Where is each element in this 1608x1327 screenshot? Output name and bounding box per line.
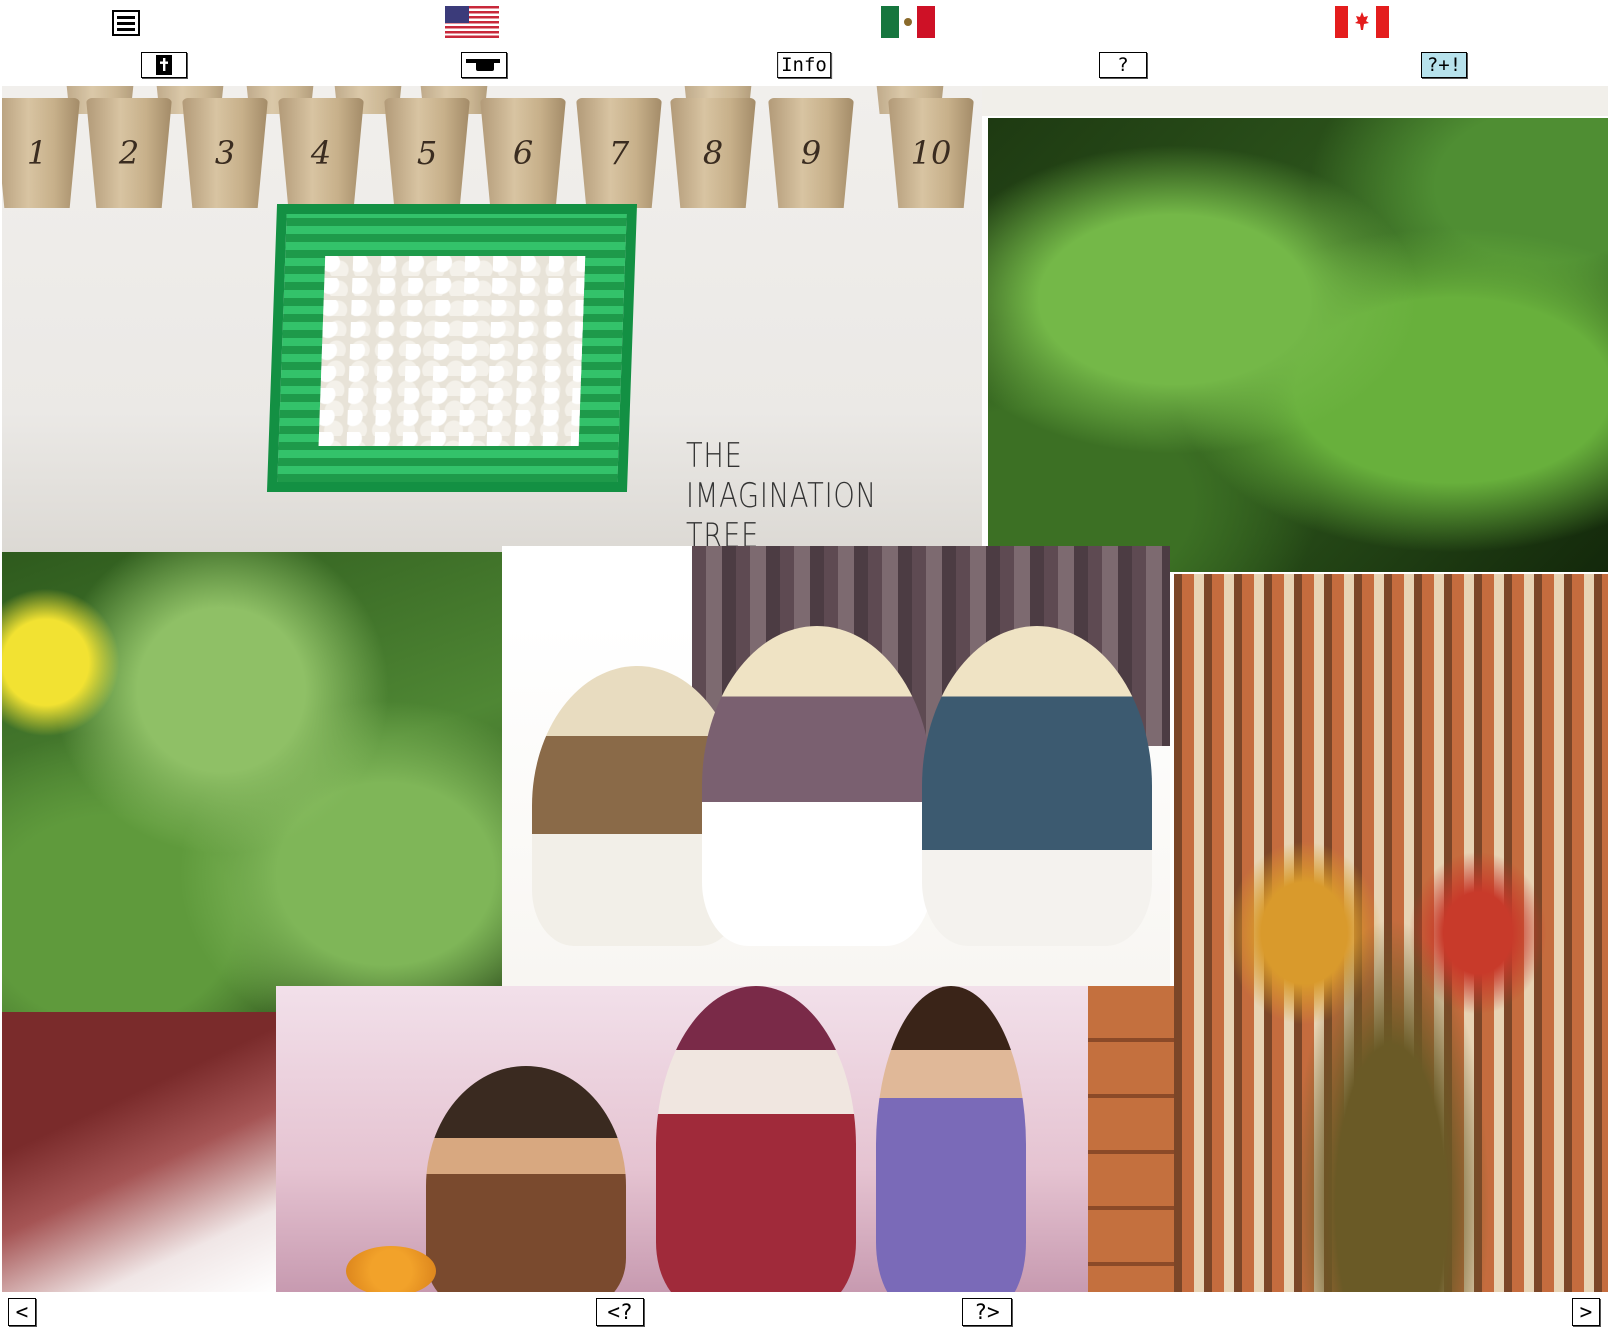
top-toolbar bbox=[0, 6, 1608, 46]
cup-number: 5 bbox=[416, 134, 438, 172]
bible-button[interactable] bbox=[141, 52, 187, 78]
question-plus-button[interactable]: ?+! bbox=[1421, 52, 1467, 78]
elder-figure bbox=[656, 986, 856, 1292]
cup-number: 12 bbox=[170, 86, 211, 87]
mint-image-top-strip bbox=[982, 86, 1608, 116]
spice-market-image bbox=[1174, 574, 1608, 1292]
white-beans bbox=[318, 256, 586, 446]
paper-cup: 3 bbox=[182, 98, 268, 208]
cup-number: 20 bbox=[890, 86, 931, 87]
cup-number: 10 bbox=[910, 134, 952, 172]
canada-flag-icon[interactable] bbox=[1335, 6, 1389, 38]
cup-number: 11 bbox=[80, 86, 121, 87]
paper-cup: 5 bbox=[384, 98, 470, 208]
orange-fruits bbox=[346, 1246, 436, 1292]
question-button[interactable]: ? bbox=[1099, 52, 1147, 78]
pointing-hand-icon bbox=[466, 59, 500, 71]
next-button[interactable]: > bbox=[1572, 1298, 1600, 1326]
previous-question-button[interactable]: <? bbox=[596, 1298, 644, 1326]
image-watermark: THE IMAGINATION TREE bbox=[686, 436, 877, 552]
cup-number: 1 bbox=[26, 134, 48, 172]
rue-plant-image bbox=[2, 552, 550, 1012]
mexico-flag-icon[interactable] bbox=[881, 6, 935, 38]
cup-number: 15 bbox=[434, 86, 475, 87]
man-figure bbox=[426, 1066, 626, 1292]
bible-icon bbox=[156, 55, 172, 75]
paper-cup: 2 bbox=[86, 98, 172, 208]
hamburger-menu-icon[interactable] bbox=[112, 10, 140, 36]
cup-number: 18 bbox=[698, 86, 739, 87]
scholar-figure bbox=[702, 626, 932, 946]
cup-number: 3 bbox=[214, 134, 236, 172]
woman-figure bbox=[876, 986, 1026, 1292]
us-flag-icon[interactable] bbox=[445, 6, 499, 38]
info-button[interactable]: Info bbox=[777, 52, 831, 78]
secondary-toolbar: Info ? ?+! bbox=[0, 52, 1608, 82]
paper-cup: 9 bbox=[768, 98, 854, 208]
green-basket bbox=[266, 204, 638, 492]
paper-cup: 7 bbox=[576, 98, 662, 208]
next-question-button[interactable]: ?> bbox=[962, 1298, 1012, 1326]
cup-number: 9 bbox=[800, 134, 822, 172]
maroon-gradient-panel bbox=[2, 1012, 276, 1292]
pointer-button[interactable] bbox=[461, 52, 507, 78]
cup-number: 13 bbox=[260, 86, 301, 87]
beans-basket-image: 11 12 13 14 15 18 20 1 2 3 4 5 6 7 8 9 1… bbox=[2, 86, 982, 552]
mint-leaves-image bbox=[988, 118, 1608, 572]
paper-cup: 4 bbox=[278, 98, 364, 208]
cup-number: 7 bbox=[608, 134, 630, 172]
cup-number: 2 bbox=[118, 134, 140, 172]
pharisees-painting-image bbox=[502, 546, 1170, 986]
cup-number: 14 bbox=[348, 86, 389, 87]
cup-number: 8 bbox=[702, 134, 724, 172]
hand-washing-painting-image bbox=[276, 986, 1088, 1292]
paper-cup: 8 bbox=[670, 98, 756, 208]
previous-button[interactable]: < bbox=[8, 1298, 36, 1326]
scholar-figure bbox=[922, 626, 1152, 946]
cup-number: 4 bbox=[310, 134, 332, 172]
cup-number: 6 bbox=[512, 134, 534, 172]
paper-cup: 1 bbox=[2, 98, 80, 208]
wooden-cabinet-image bbox=[1088, 986, 1174, 1292]
paper-cup: 10 bbox=[888, 98, 974, 208]
paper-cup: 6 bbox=[480, 98, 566, 208]
